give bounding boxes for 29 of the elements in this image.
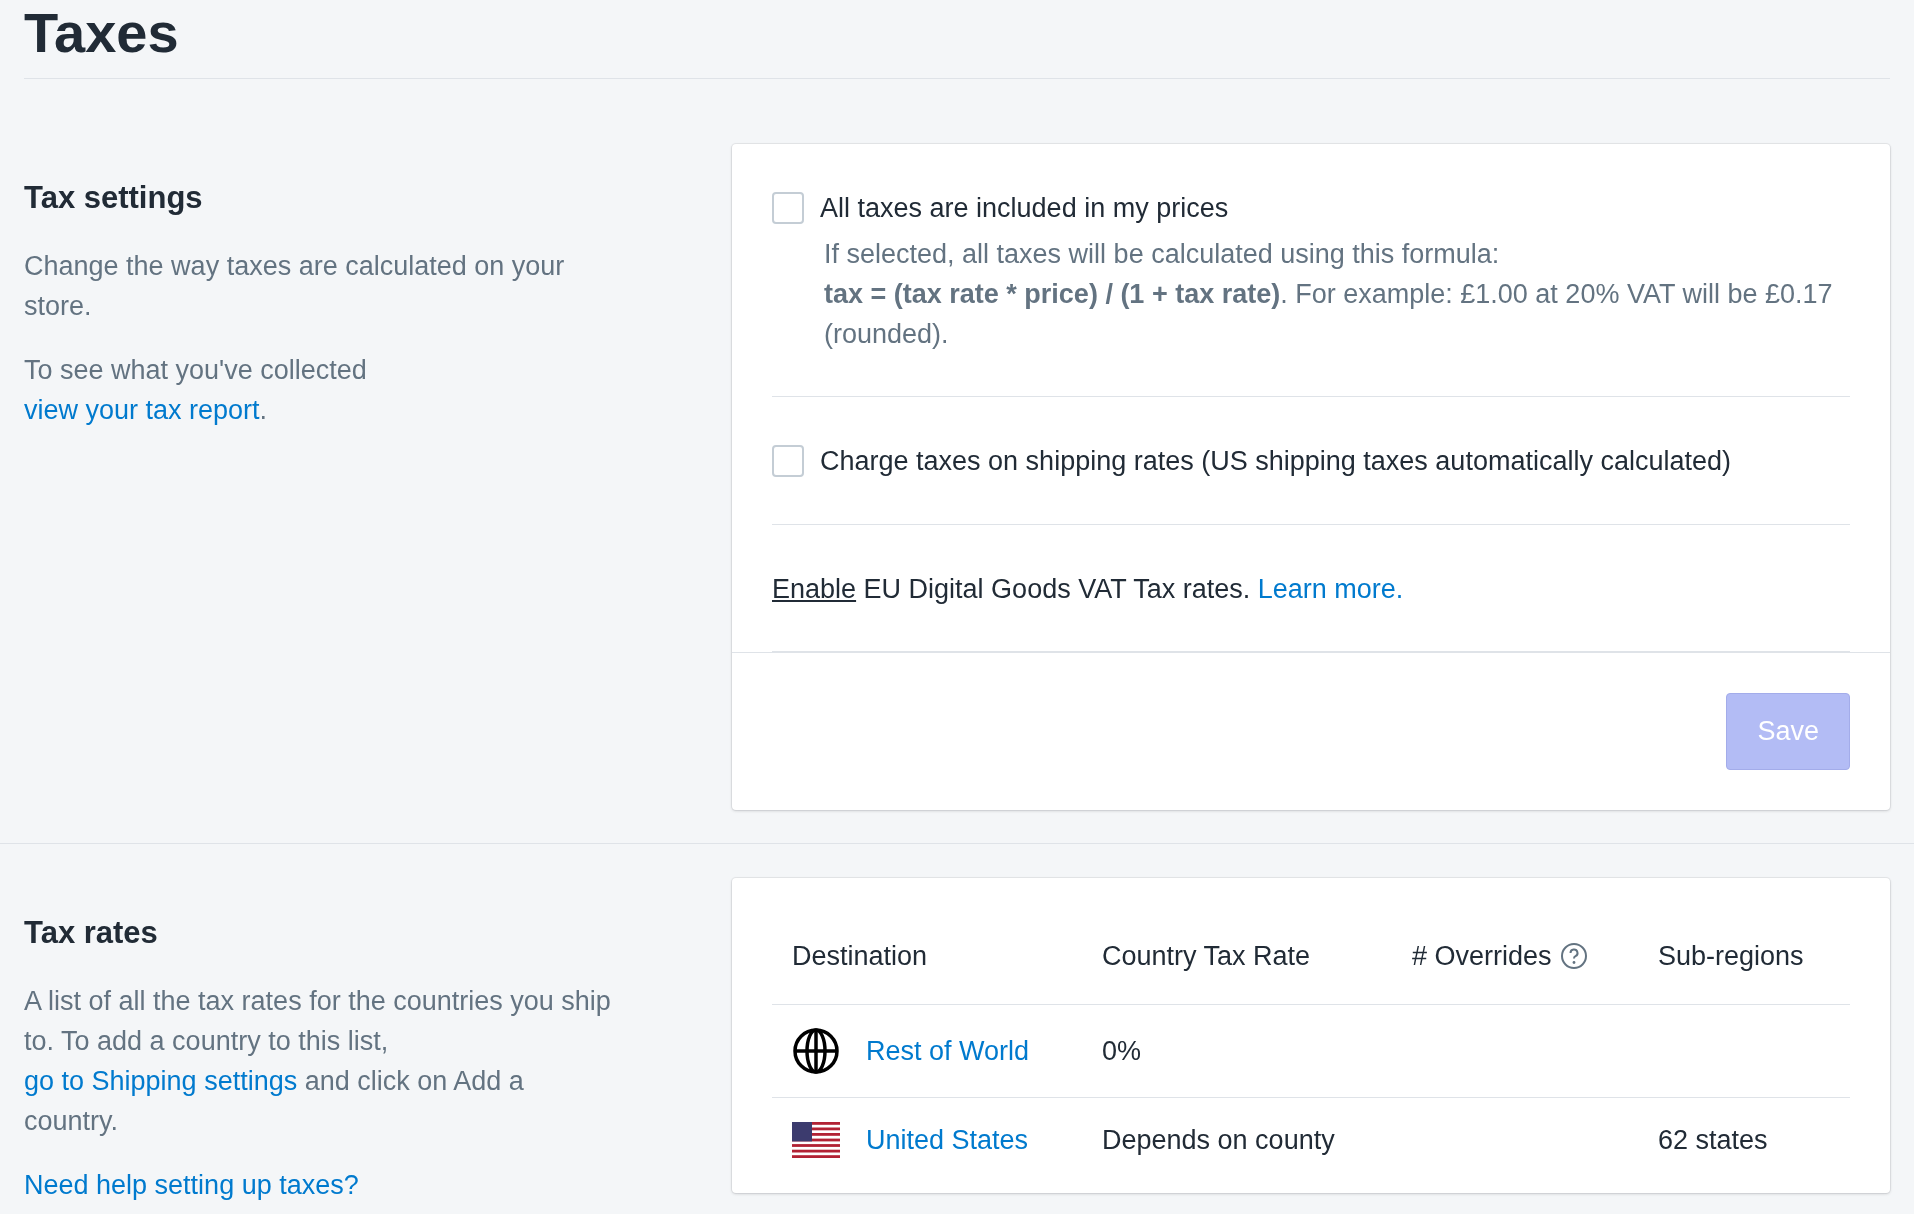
flag-icon	[792, 1122, 840, 1159]
tax-rate: Depends on county	[1102, 1124, 1335, 1158]
help-icon[interactable]	[1559, 941, 1588, 970]
subregions-count: 62 states	[1658, 1124, 1768, 1158]
checkbox[interactable]	[772, 191, 804, 224]
section-heading: Tax settings	[24, 178, 204, 216]
tax-rate: 0%	[1102, 1034, 1142, 1068]
destination-link[interactable]: United States	[866, 1120, 1029, 1161]
report-sentence: To see what you've collected view your tax report.	[24, 353, 368, 427]
page-title: Taxes	[24, 0, 1890, 79]
checkbox[interactable]	[772, 445, 804, 478]
learn-more-link[interactable]: Learn more.	[1257, 573, 1404, 604]
section-description: Change the way taxes are calculated on your store.	[24, 249, 566, 323]
column-header: Country Tax Rate	[1102, 939, 1311, 973]
globe-icon	[792, 1027, 840, 1076]
help-link[interactable]: Need help setting up taxes?	[24, 1164, 359, 1206]
column-header: Sub-regions	[1658, 939, 1804, 973]
column-header: # Overrides	[1412, 939, 1552, 973]
checkbox-label: All taxes are included in my prices	[820, 191, 1229, 225]
section-heading: Tax rates	[24, 913, 159, 951]
enable-link[interactable]: Enable	[772, 573, 857, 604]
destination-link[interactable]: Rest of World	[866, 1030, 1030, 1072]
shipping-settings-link[interactable]: go to Shipping settings	[24, 1065, 298, 1096]
column-header: Destination	[792, 939, 928, 973]
checkbox-label: Charge taxes on shipping rates (US shipping taxes automatically calculated)	[820, 445, 1731, 479]
help-text: If selected, all taxes will be calculated using this formula: tax = (tax rate * price) / (1 + tax rate). For example: £1.00 at 20% VAT will be £0.17 (rounded).	[823, 238, 1834, 352]
tax-report-link[interactable]: view your tax report	[24, 394, 260, 425]
section-description: A list of all the tax rates for the countries you ship to. To add a country to this list, go to Shipping settings and click on Add a country.	[24, 984, 612, 1138]
notice-sentence: Enable EU Digital Goods VAT Tax rates. Learn more.	[772, 572, 1405, 606]
